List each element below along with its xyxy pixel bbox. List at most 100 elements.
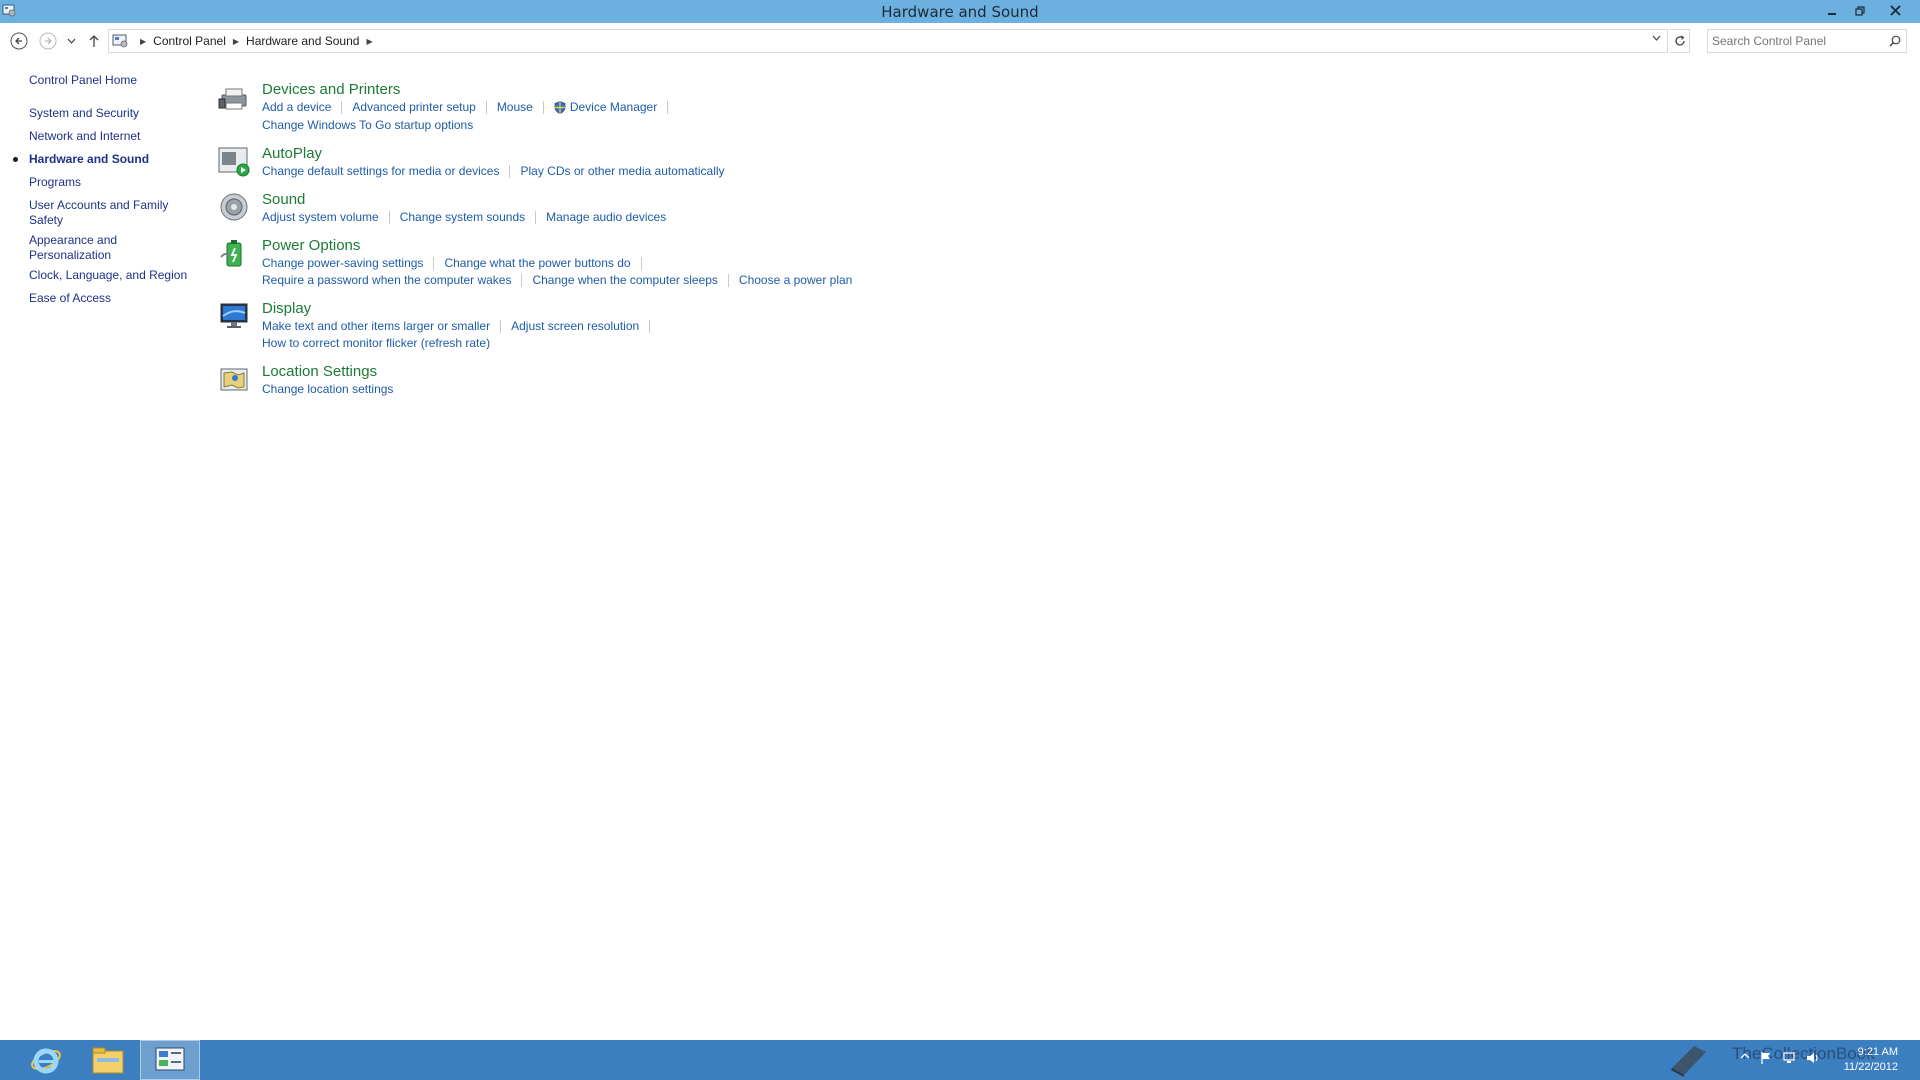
recent-locations-button[interactable] (64, 31, 78, 51)
autoplay-icon[interactable] (218, 145, 250, 177)
breadcrumb-separator-icon[interactable]: ▶ (233, 37, 239, 46)
location-icon[interactable] (218, 363, 250, 395)
breadcrumb-separator-icon[interactable]: ▶ (140, 37, 146, 46)
chevron-down-icon (67, 38, 75, 44)
devices-links-row-2: Change Windows To Go startup options (262, 118, 473, 132)
link-divider (521, 273, 523, 287)
category-title-sound[interactable]: Sound (262, 191, 305, 208)
book-watermark-icon (1671, 1046, 1706, 1077)
change-default-media-settings-link[interactable]: Change default settings for media or dev… (262, 164, 499, 178)
power-links-row: Change power-saving settings Change what… (262, 256, 652, 270)
refresh-button[interactable] (1670, 29, 1690, 53)
category-title-devices-and-printers[interactable]: Devices and Printers (262, 81, 400, 98)
manage-audio-devices-link[interactable]: Manage audio devices (546, 210, 666, 224)
autoplay-links-row: Change default settings for media or dev… (262, 164, 725, 178)
change-system-sounds-link[interactable]: Change system sounds (400, 210, 525, 224)
close-button[interactable] (1880, 0, 1910, 21)
restore-button[interactable] (1846, 0, 1874, 21)
nav-system-and-security[interactable]: System and Security (29, 106, 194, 121)
nav-programs[interactable]: Programs (29, 175, 194, 190)
taskbar (0, 1040, 1920, 1080)
back-arrow-icon (10, 32, 28, 50)
nav-hardware-and-sound[interactable]: Hardware and Sound (29, 152, 194, 167)
nav-user-accounts[interactable]: User Accounts and Family Safety (29, 198, 169, 228)
require-password-on-wake-link[interactable]: Require a password when the computer wak… (262, 273, 511, 287)
devices-links-row: Add a device Advanced printer setup Mous… (262, 100, 678, 114)
internet-explorer-icon (31, 1048, 61, 1074)
folder-icon (92, 1047, 124, 1074)
category-title-autoplay[interactable]: AutoPlay (262, 145, 322, 162)
windows-to-go-link[interactable]: Change Windows To Go startup options (262, 118, 473, 132)
link-divider (433, 256, 435, 270)
adjust-system-volume-link[interactable]: Adjust system volume (262, 210, 379, 224)
breadcrumb-control-panel[interactable]: Control Panel (153, 34, 226, 48)
search-box[interactable] (1707, 29, 1907, 53)
power-options-icon[interactable] (218, 237, 250, 269)
power-buttons-link[interactable]: Change what the power buttons do (444, 256, 630, 270)
choose-power-plan-link[interactable]: Choose a power plan (739, 273, 852, 287)
minimize-icon (1828, 12, 1836, 15)
display-links-row: Make text and other items larger or smal… (262, 319, 660, 333)
taskbar-control-panel[interactable] (140, 1040, 200, 1080)
action-center-flag-icon[interactable] (1760, 1051, 1772, 1065)
control-panel-taskbar-icon (155, 1047, 185, 1071)
mouse-link[interactable]: Mouse (497, 100, 533, 114)
show-hidden-icons-icon[interactable] (1740, 1051, 1750, 1061)
search-input[interactable] (1712, 33, 1882, 49)
network-icon[interactable] (1782, 1051, 1796, 1065)
link-divider (649, 319, 651, 333)
monitor-icon[interactable] (218, 300, 250, 332)
clock-date: 11/22/2012 (1843, 1061, 1898, 1073)
change-power-saving-link[interactable]: Change power-saving settings (262, 256, 423, 270)
nav-clock-language-region[interactable]: Clock, Language, and Region (29, 268, 194, 283)
refresh-icon (1674, 35, 1685, 46)
device-manager-link[interactable]: Device Manager (570, 100, 657, 114)
category-title-power-options[interactable]: Power Options (262, 237, 360, 254)
link-divider (727, 273, 729, 287)
adjust-screen-resolution-link[interactable]: Adjust screen resolution (511, 319, 639, 333)
printer-icon[interactable] (218, 81, 250, 113)
category-title-location-settings[interactable]: Location Settings (262, 363, 377, 380)
current-page-bullet (13, 157, 18, 162)
clock[interactable]: 9:21 AM 11/22/2012 (1838, 1045, 1898, 1075)
control-panel-location-icon (112, 34, 128, 48)
make-text-larger-link[interactable]: Make text and other items larger or smal… (262, 319, 490, 333)
taskbar-file-explorer[interactable] (78, 1040, 138, 1080)
back-button[interactable] (9, 31, 29, 51)
sound-links-row: Adjust system volume Change system sound… (262, 210, 666, 224)
control-panel-home-link[interactable]: Control Panel Home (29, 73, 137, 87)
taskbar-internet-explorer[interactable] (16, 1040, 76, 1080)
restore-icon (1855, 5, 1865, 16)
search-icon[interactable] (1889, 35, 1901, 47)
up-button[interactable] (84, 31, 104, 51)
title-bar: Hardware and Sound (0, 0, 1920, 23)
link-divider (509, 164, 511, 178)
link-divider (341, 100, 343, 114)
volume-icon[interactable] (1806, 1051, 1820, 1065)
change-location-settings-link[interactable]: Change location settings (262, 382, 393, 396)
display-links-row-2: How to correct monitor flicker (refresh … (262, 336, 490, 350)
play-cds-automatically-link[interactable]: Play CDs or other media automatically (520, 164, 724, 178)
nav-ease-of-access[interactable]: Ease of Access (29, 291, 194, 306)
nav-network-and-internet[interactable]: Network and Internet (29, 129, 194, 144)
uac-shield-icon (554, 100, 566, 114)
address-bar[interactable]: ▶ Control Panel ▶ Hardware and Sound ▶ (108, 29, 1668, 53)
computer-sleeps-link[interactable]: Change when the computer sleeps (532, 273, 717, 287)
up-arrow-icon (89, 35, 99, 47)
breadcrumb-hardware-and-sound[interactable]: Hardware and Sound (246, 34, 359, 48)
close-icon (1889, 5, 1901, 16)
add-a-device-link[interactable]: Add a device (262, 100, 331, 114)
link-divider (667, 100, 669, 114)
advanced-printer-setup-link[interactable]: Advanced printer setup (352, 100, 475, 114)
forward-button[interactable] (38, 31, 58, 51)
clock-time: 9:21 AM (1857, 1046, 1898, 1058)
category-title-display[interactable]: Display (262, 300, 311, 317)
monitor-flicker-link[interactable]: How to correct monitor flicker (refresh … (262, 336, 490, 350)
speaker-icon[interactable] (218, 191, 250, 223)
link-divider (542, 100, 544, 114)
breadcrumb-separator-icon[interactable]: ▶ (366, 37, 372, 46)
navigation-bar: ▶ Control Panel ▶ Hardware and Sound ▶ (0, 28, 1920, 54)
nav-appearance[interactable]: Appearance and Personalization (29, 233, 129, 263)
minimize-button[interactable] (1818, 0, 1846, 21)
address-dropdown-icon[interactable] (1652, 35, 1661, 41)
